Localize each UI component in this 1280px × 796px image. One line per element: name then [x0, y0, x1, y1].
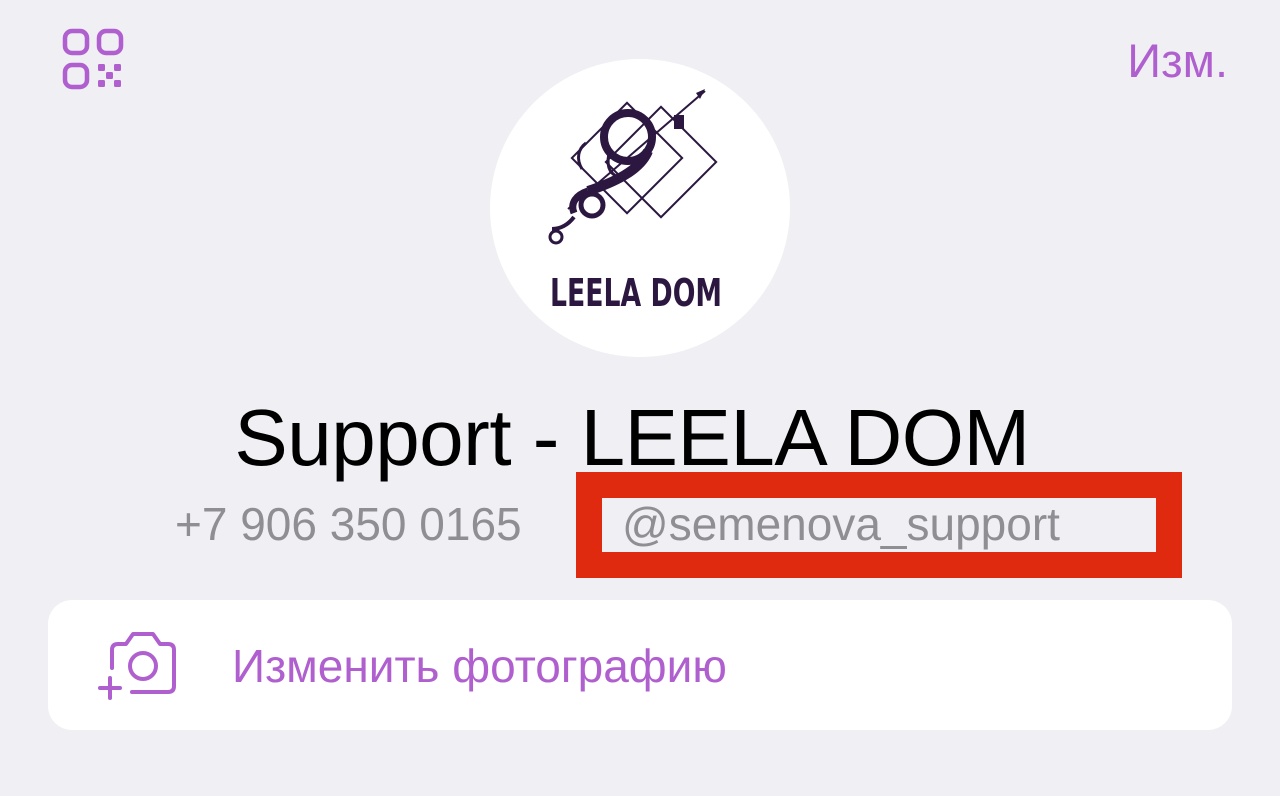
edit-button[interactable]: Изм.: [1127, 36, 1228, 86]
camera-add-icon: [98, 632, 176, 700]
avatar-logo-text: LEELA DOM: [550, 271, 722, 315]
change-photo-button[interactable]: Изменить фотографию: [48, 600, 1232, 730]
leela-dom-logo: LEELA DOM: [548, 89, 722, 315]
qr-code-button[interactable]: [62, 28, 124, 90]
change-photo-label: Изменить фотографию: [232, 640, 727, 692]
avatar[interactable]: LEELA DOM: [490, 59, 790, 357]
phone-number[interactable]: +7 906 350 0165: [175, 496, 522, 552]
qr-code-icon: [62, 28, 124, 90]
profile-name: Support - LEELA DOM: [234, 393, 1030, 482]
username[interactable]: @semenova_support: [622, 496, 1060, 552]
